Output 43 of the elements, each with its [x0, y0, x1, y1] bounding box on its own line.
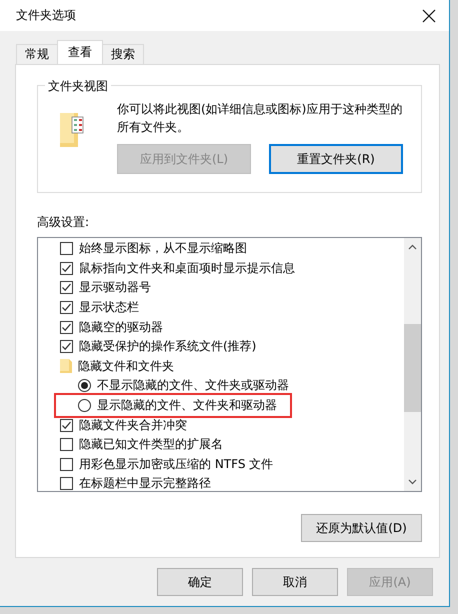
scroll-up-icon[interactable]	[408, 244, 417, 250]
setting-label: 用彩色显示加密或压缩的 NTFS 文件	[79, 456, 274, 473]
setting-label: 鼠标指向文件夹和桌面项时显示提示信息	[79, 260, 295, 277]
checkbox[interactable]	[60, 262, 73, 275]
dialog-button[interactable]: 取消	[252, 568, 338, 596]
folder-view-button[interactable]: 重置文件夹(R)	[269, 144, 403, 174]
setting-label: 显示驱动器号	[79, 279, 151, 296]
folder-icon	[60, 111, 84, 147]
advanced-label: 高级设置:	[37, 214, 90, 231]
scrollbar[interactable]	[404, 238, 421, 491]
checkbox[interactable]	[60, 281, 73, 294]
checkbox[interactable]	[60, 340, 73, 354]
checkbox[interactable]	[60, 242, 73, 256]
dialog-button[interactable]: 确定	[157, 568, 243, 596]
checkbox[interactable]	[60, 438, 73, 452]
scroll-thumb[interactable]	[404, 324, 421, 412]
tab[interactable]: 常规	[16, 44, 58, 64]
description-text: 你可以将此视图(如详细信息或图标)应用于这种类型的所有文件夹。	[117, 101, 403, 136]
checkbox[interactable]	[60, 301, 73, 314]
setting-label: 隐藏文件和文件夹	[78, 358, 174, 375]
restore-defaults-button[interactable]: 还原为默认值(D)	[301, 514, 422, 542]
setting-label: 隐藏文件夹合并冲突	[79, 416, 187, 434]
tab[interactable]: 查看	[57, 40, 103, 64]
checkbox[interactable]	[60, 418, 73, 432]
setting-label: 在标题栏中显示完整路径	[79, 475, 211, 491]
checkbox[interactable]	[60, 477, 73, 490]
setting-label: 隐藏已知文件类型的扩展名	[79, 436, 223, 454]
window-title: 文件夹选项	[16, 7, 76, 24]
setting-label: 显示隐藏的文件、文件夹和驱动器	[97, 397, 277, 414]
setting-label: 不显示隐藏的文件、文件夹或驱动器	[97, 377, 289, 394]
close-icon[interactable]	[422, 8, 436, 22]
folder-icon	[60, 359, 72, 374]
group-title: 文件夹视图	[45, 78, 111, 95]
setting-label: 隐藏受保护的操作系统文件(推荐)	[79, 338, 256, 356]
setting-label: 始终显示图标，从不显示缩略图	[79, 240, 247, 258]
checkbox[interactable]	[60, 320, 73, 334]
checkbox[interactable]	[60, 458, 73, 471]
radio-button[interactable]	[78, 399, 91, 412]
setting-label: 隐藏空的驱动器	[79, 318, 163, 336]
tab[interactable]: 搜索	[102, 44, 144, 64]
radio-button[interactable]	[78, 379, 91, 392]
scroll-down-icon[interactable]	[408, 479, 417, 485]
setting-label: 显示状态栏	[79, 299, 139, 316]
